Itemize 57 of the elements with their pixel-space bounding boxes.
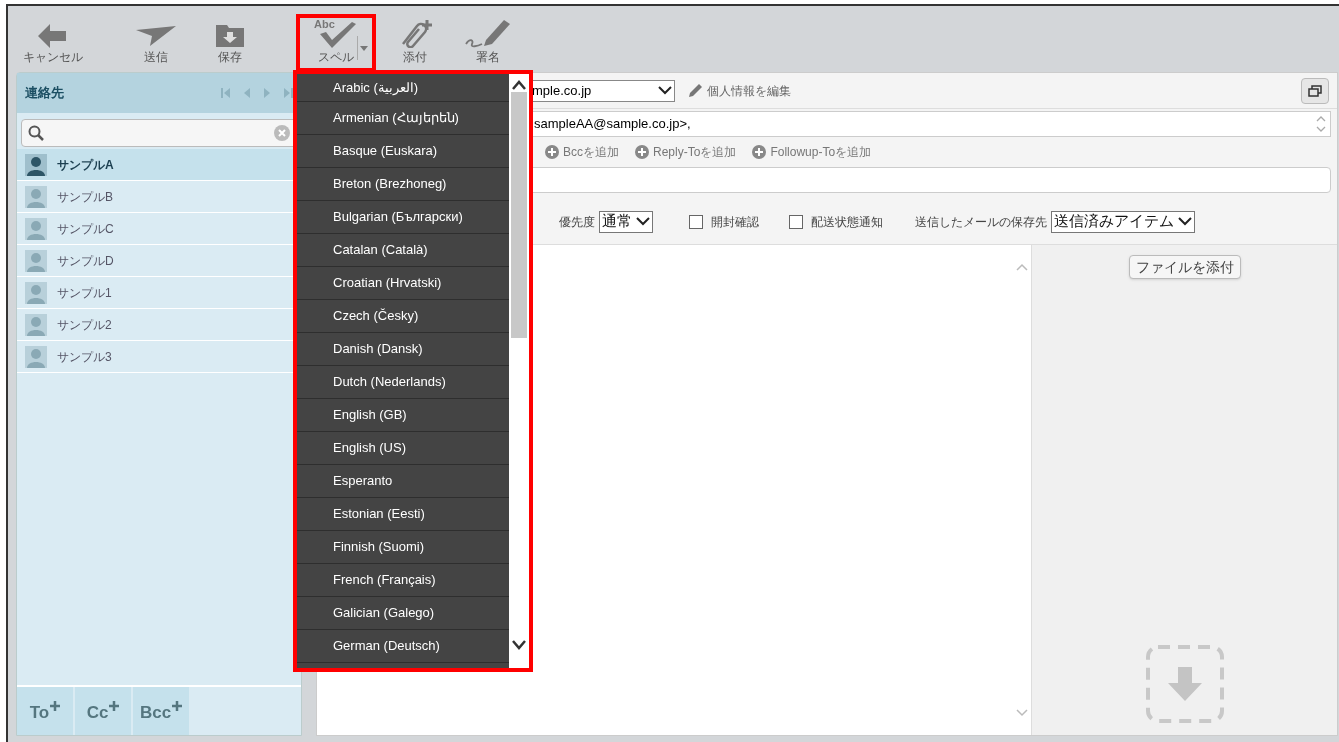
add-field-link[interactable]: Followup-Toを追加	[752, 143, 872, 161]
signature-button[interactable]: 署名	[453, 14, 523, 72]
save-button[interactable]: 保存	[195, 14, 265, 72]
paper-plane-icon	[136, 24, 176, 48]
last-page-icon[interactable]	[283, 88, 293, 98]
attach-button[interactable]: 添付	[380, 14, 450, 72]
search-icon	[28, 125, 44, 141]
recipient-add-button[interactable]: Cc	[75, 687, 131, 735]
plus-circle-icon	[635, 145, 649, 159]
popout-button[interactable]	[1301, 77, 1329, 104]
spinner-icon	[1316, 114, 1326, 134]
priority-label: 優先度	[559, 213, 595, 231]
next-page-icon[interactable]	[263, 88, 271, 98]
checkbox[interactable]	[689, 214, 703, 229]
person-icon	[25, 217, 47, 240]
person-icon	[25, 185, 47, 208]
save-folder-select[interactable]: 送信済みアイテム	[1051, 210, 1195, 233]
previous-page-icon[interactable]	[243, 88, 251, 98]
add-field-link[interactable]: Bccを追加	[545, 143, 619, 161]
checkbox-label: 開封確認	[711, 213, 759, 231]
chevron-icon	[1178, 217, 1192, 226]
scroll-thumb[interactable]	[511, 92, 527, 338]
person-icon	[25, 249, 47, 272]
chevron-icon	[636, 217, 650, 226]
checkbox-label: 配送状態通知	[811, 213, 883, 231]
panel-title: 連絡先	[25, 84, 64, 103]
plus-icon	[50, 701, 61, 711]
first-page-icon[interactable]	[221, 88, 231, 98]
cancel-button[interactable]: キャンセル	[18, 14, 88, 72]
arrow-left-icon	[38, 24, 68, 48]
recipient-add-button[interactable]: To	[17, 687, 73, 735]
pencil-icon	[687, 82, 703, 99]
caret-icon[interactable]	[360, 45, 368, 51]
add-field-link[interactable]: Reply-Toを追加	[635, 143, 737, 161]
person-icon	[25, 153, 47, 176]
pen-signature-icon	[464, 18, 512, 48]
plus-circle-icon	[545, 145, 559, 159]
attach-file-button[interactable]: ファイルを添付	[1128, 255, 1241, 279]
person-icon	[25, 345, 47, 368]
recipient-add-button[interactable]: Bcc	[133, 687, 189, 735]
priority-select[interactable]: 通常	[599, 210, 653, 233]
drop-zone-icon[interactable]	[1145, 645, 1224, 723]
save-folder-label: 送信したメールの保存先	[915, 213, 1047, 231]
plus-icon	[109, 701, 120, 711]
send-button[interactable]: 送信	[121, 14, 191, 72]
window-icon	[1308, 84, 1322, 97]
person-icon	[25, 281, 47, 304]
chevron-icon	[658, 86, 672, 95]
scroll-up-icon[interactable]	[512, 80, 526, 90]
checkbox[interactable]	[789, 214, 803, 229]
scroll-down-icon[interactable]	[512, 640, 526, 650]
folder-download-icon	[215, 22, 245, 48]
clear-icon[interactable]	[274, 125, 290, 141]
person-icon	[25, 313, 47, 336]
plus-circle-icon	[752, 145, 767, 159]
plus-icon	[172, 701, 183, 711]
edit-profile-link[interactable]: 個人情報を編集	[707, 81, 791, 100]
